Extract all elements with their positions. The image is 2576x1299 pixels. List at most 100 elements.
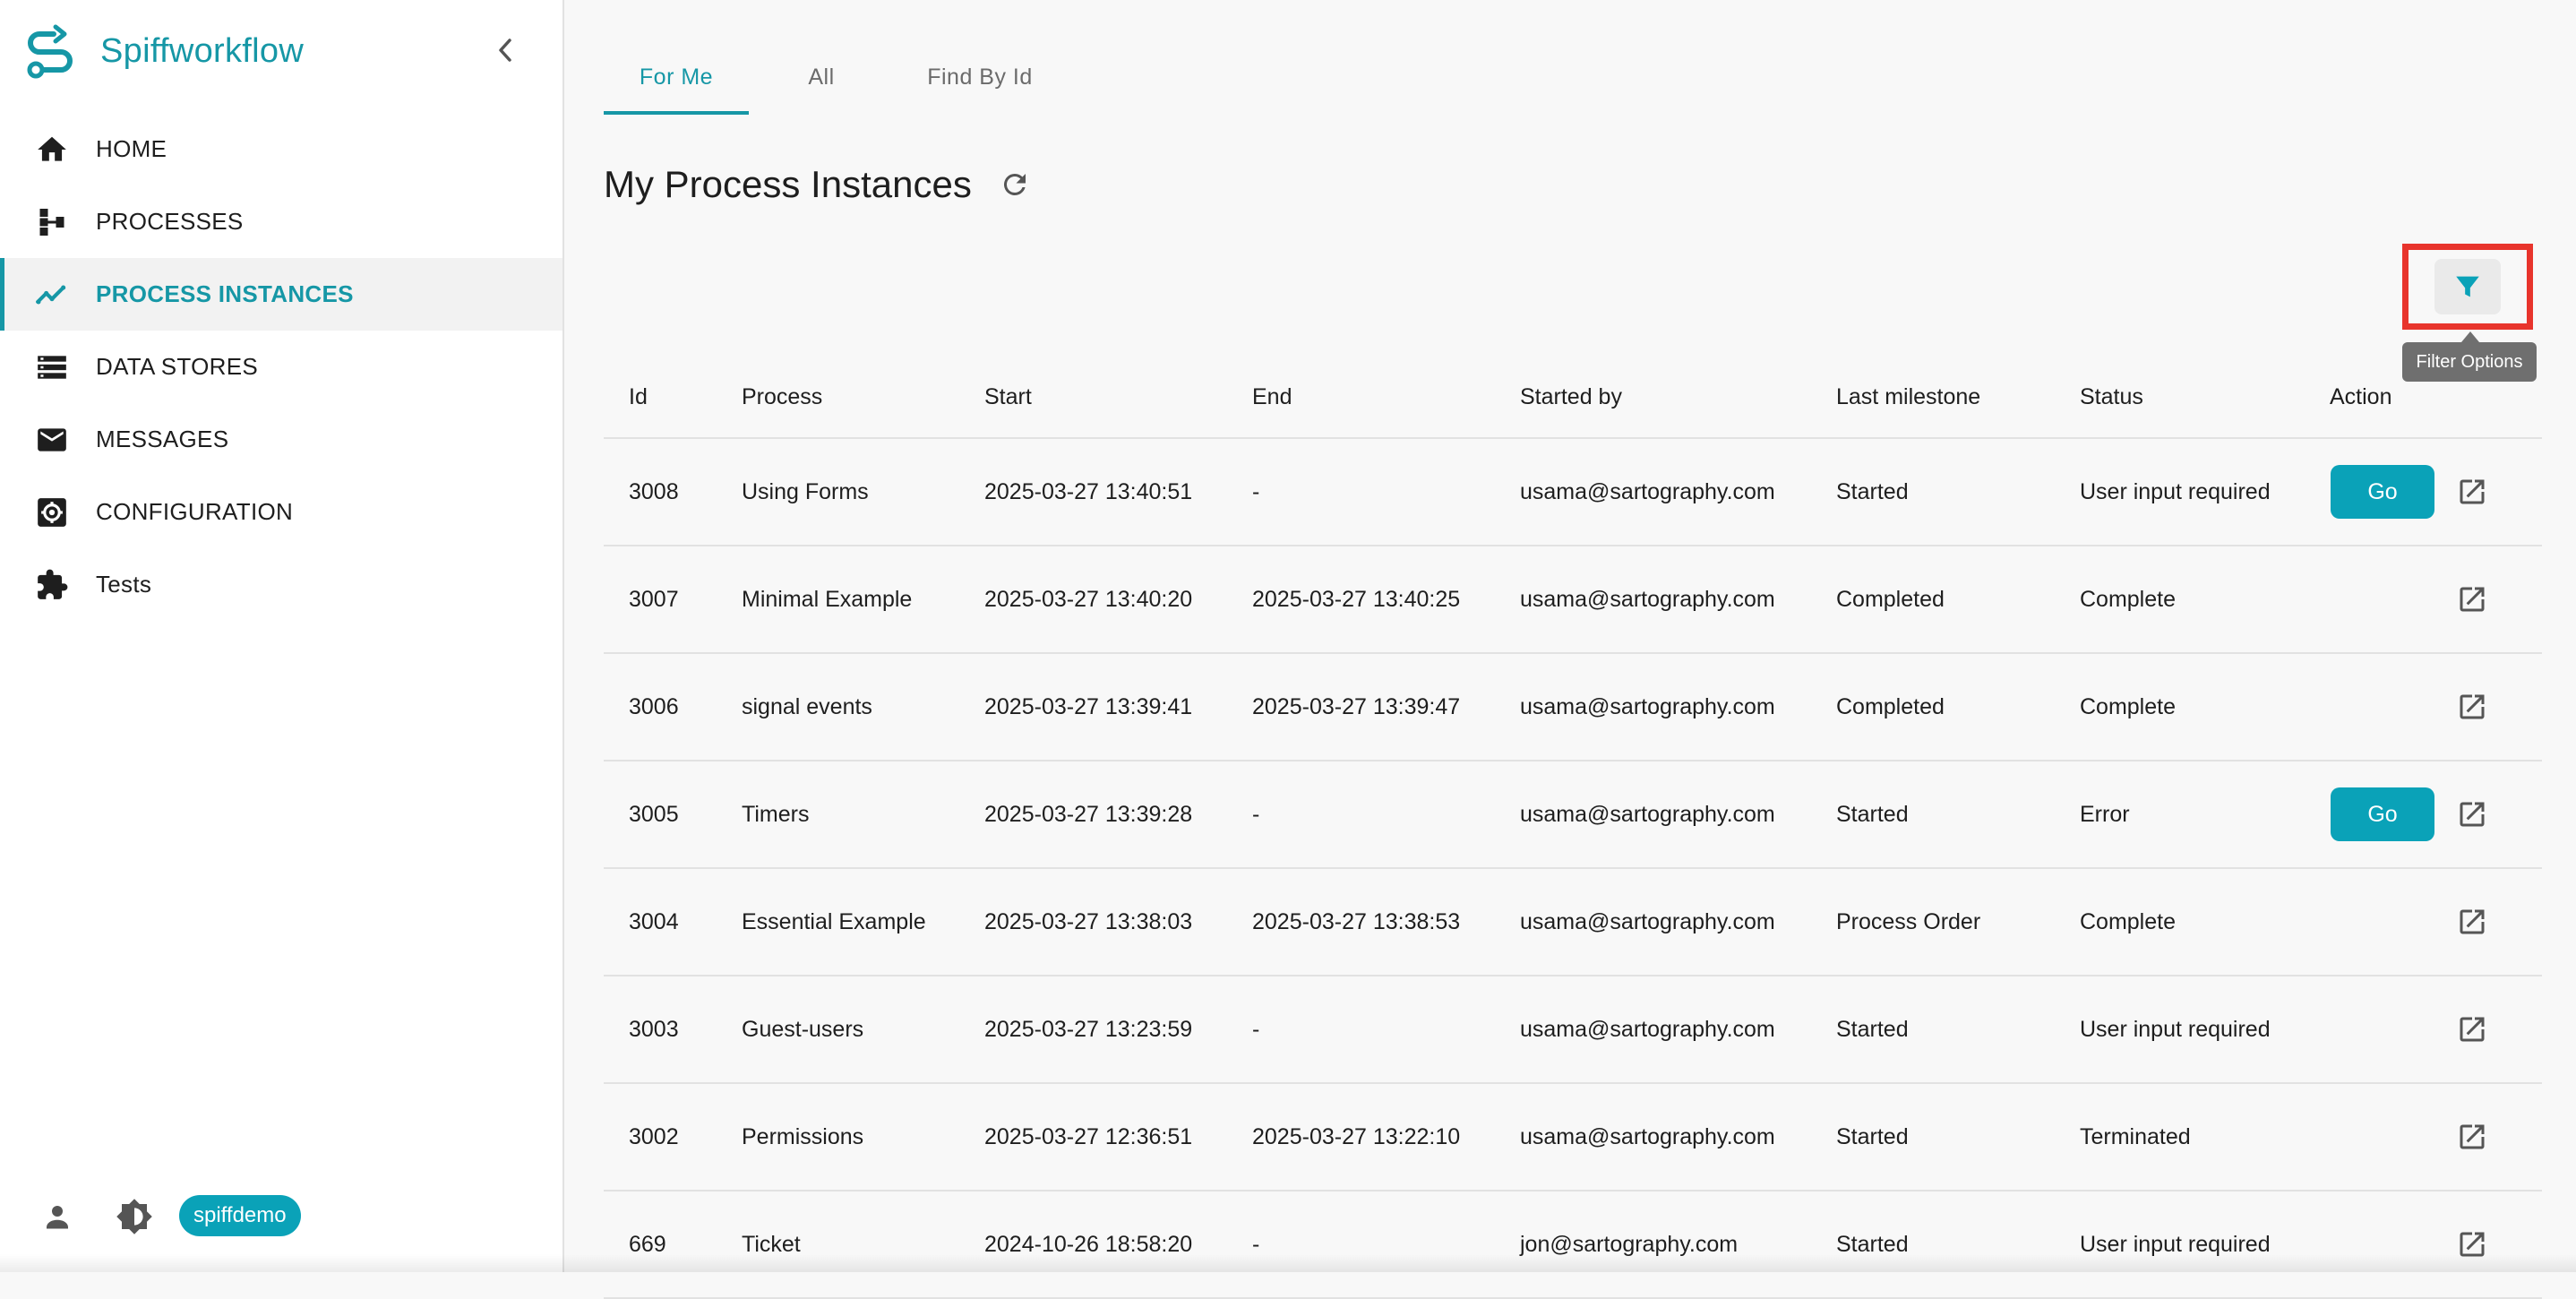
sidebar-item-label: CONFIGURATION [96,498,294,525]
sidebar-item-data-stores[interactable]: DATA STORES [0,331,562,403]
cell-id: 3003 [629,1016,679,1042]
table-body: 3008 Using Forms 2025-03-27 13:40:51 - usama… [604,439,2542,1299]
column-header-end[interactable]: End [1252,357,1292,437]
cell-last-milestone: Started [1836,801,1909,827]
brand[interactable]: Spiffworkflow [23,23,304,79]
cell-last-milestone: Completed [1836,586,1945,612]
open-in-new-icon[interactable] [2454,689,2490,725]
cell-started-by: usama@sartography.com [1520,693,1775,719]
cell-start: 2025-03-27 13:23:59 [984,1016,1193,1042]
cell-status: User input required [2080,1231,2271,1257]
cell-start: 2025-03-27 13:40:20 [984,586,1193,612]
table-row[interactable]: 3004 Essential Example 2025-03-27 13:38:03… [604,869,2542,976]
mail-icon [34,422,70,458]
open-in-new-icon[interactable] [2454,796,2490,832]
filter-icon [2456,276,2479,297]
cell-last-milestone: Started [1836,1123,1909,1149]
table-row[interactable]: 3005 Timers 2025-03-27 13:39:28 - usama@sart… [604,761,2542,869]
column-header-id[interactable]: Id [629,357,648,437]
table-row[interactable]: 3007 Minimal Example 2025-03-27 13:40:20 20… [604,546,2542,654]
process-instances-table: Id Process Start End Started by Last mil… [604,357,2542,1299]
cell-id: 3008 [629,478,679,504]
cell-process: Using Forms [742,478,869,504]
cell-id: 3002 [629,1123,679,1149]
filter-options-button[interactable] [2434,259,2501,314]
sidebar-item-process-instances[interactable]: PROCESS INSTANCES [0,258,562,331]
person-icon [47,1206,68,1229]
table-row[interactable]: 669 Ticket 2024-10-26 18:58:20 - jon@sartogr… [604,1191,2542,1299]
sidebar-footer: spiffdemo [0,1188,562,1245]
cell-last-milestone: Process Order [1836,908,1981,934]
sidebar-item-tests[interactable]: Tests [0,548,562,621]
settings-box-icon [34,495,70,530]
column-header-status[interactable]: Status [2080,357,2143,437]
cell-id: 3007 [629,586,679,612]
cell-start: 2024-10-26 18:58:20 [984,1231,1193,1257]
tab-all[interactable]: All [749,39,894,115]
cell-status: User input required [2080,1016,2271,1042]
cell-status: Complete [2080,693,2176,719]
cell-start: 2025-03-27 13:39:28 [984,801,1193,827]
open-in-new-icon[interactable] [2454,904,2490,940]
tab-find-by-id[interactable]: Find By Id [894,39,1066,115]
trend-line-icon [34,277,70,313]
open-in-new-icon[interactable] [2454,1119,2490,1155]
open-in-new-icon[interactable] [2454,474,2490,510]
go-button[interactable]: Go [2331,787,2434,841]
table-row[interactable]: 3003 Guest-users 2025-03-27 13:23:59 - usama… [604,976,2542,1084]
cell-end: - [1252,478,1260,504]
sidebar-item-processes[interactable]: PROCESSES [0,185,562,258]
sidebar-item-label: DATA STORES [96,353,259,380]
refresh-button[interactable] [997,167,1033,202]
cell-id: 669 [629,1231,666,1257]
column-header-action: Action [2330,383,2392,409]
home-icon [34,132,70,168]
column-header-process[interactable]: Process [742,357,822,437]
collapse-sidebar-button[interactable] [489,32,521,68]
column-header-started-by[interactable]: Started by [1520,357,1622,437]
cell-started-by: usama@sartography.com [1520,1016,1775,1042]
main-content: For Me All Find By Id My Process Instanc… [564,0,2576,1299]
puzzle-icon [34,567,70,603]
username-chip[interactable]: spiffdemo [179,1195,301,1236]
table-row[interactable]: 3002 Permissions 2025-03-27 12:36:51 2025-0… [604,1084,2542,1191]
column-header-last-milestone[interactable]: Last milestone [1836,357,1980,437]
table-row[interactable]: 3008 Using Forms 2025-03-27 13:40:51 - usama… [604,439,2542,546]
app-name: Spiffworkflow [100,31,305,70]
storage-icon [34,349,70,385]
cell-process: Essential Example [742,908,926,934]
theme-toggle-button[interactable] [111,1193,158,1240]
cell-started-by: usama@sartography.com [1520,478,1775,504]
cell-status: Complete [2080,908,2176,934]
cell-start: 2025-03-27 13:39:41 [984,693,1193,719]
column-header-start[interactable]: Start [984,357,1032,437]
process-tree-icon [34,204,70,240]
sidebar-item-home[interactable]: HOME [0,113,562,185]
cell-started-by: usama@sartography.com [1520,801,1775,827]
sidebar-item-configuration[interactable]: CONFIGURATION [0,476,562,548]
sidebar: Spiffworkflow HOME PROCESSES PROCESS INS… [0,0,564,1272]
tab-for-me[interactable]: For Me [604,39,749,115]
go-button[interactable]: Go [2331,465,2434,519]
brightness-icon [116,1199,152,1234]
cell-started-by: jon@sartography.com [1520,1231,1739,1257]
open-in-new-icon[interactable] [2454,1226,2490,1262]
cell-status: User input required [2080,478,2271,504]
spiffworkflow-logo-icon [27,24,73,79]
sidebar-item-label: HOME [96,135,167,162]
user-profile-button[interactable] [34,1193,81,1240]
cell-process: Minimal Example [742,586,913,612]
sidebar-item-label: PROCESSES [96,208,244,235]
cell-started-by: usama@sartography.com [1520,586,1775,612]
sidebar-item-label: PROCESS INSTANCES [96,280,354,307]
table-row[interactable]: 3006 signal events 2025-03-27 13:39:41 2025… [604,654,2542,761]
cell-end: - [1252,1231,1260,1257]
cell-start: 2025-03-27 13:38:03 [984,908,1193,934]
filter-highlight [2402,244,2533,330]
sidebar-item-messages[interactable]: MESSAGES [0,403,562,476]
cell-last-milestone: Started [1836,1016,1909,1042]
open-in-new-icon[interactable] [2454,581,2490,617]
open-in-new-icon[interactable] [2454,1011,2490,1047]
cell-status: Complete [2080,586,2176,612]
cell-end: 2025-03-27 13:40:25 [1252,586,1461,612]
